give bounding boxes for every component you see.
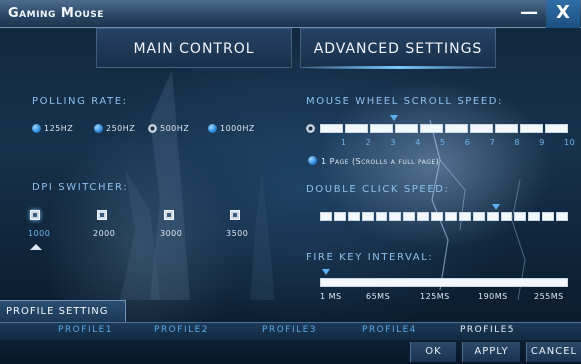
polling-radio-250hz[interactable] (94, 124, 103, 133)
double-click-segment (389, 212, 402, 221)
dpi-level-label: 2000 (93, 229, 116, 238)
scroll-speed-segment (370, 124, 393, 133)
profile-tab-3[interactable]: PROFILE3 (262, 325, 317, 335)
double-click-segment (500, 212, 513, 221)
scroll-speed-tick: 1 (340, 138, 347, 147)
double-click-thumb[interactable] (492, 204, 501, 210)
double-click-segment (361, 212, 374, 221)
scroll-speed-segment (345, 124, 368, 133)
scroll-speed-segment (320, 124, 343, 133)
active-tab-indicator (300, 66, 496, 69)
close-button[interactable]: X (546, 0, 580, 28)
scroll-speed-thumb[interactable] (390, 115, 399, 121)
scroll-speed-tick: 3 (390, 138, 396, 147)
double-click-segment (486, 212, 499, 221)
polling-option-label: 1000HZ (220, 124, 255, 133)
tab-advanced-settings[interactable]: ADVANCED SETTINGS (300, 28, 496, 68)
page-scroll-radio[interactable] (308, 156, 317, 165)
dpi-checkbox-3500[interactable] (230, 210, 240, 220)
double-click-segment (375, 212, 388, 221)
dpi-level-label: 1000 (28, 229, 51, 238)
double-click-segment (320, 212, 332, 221)
scroll-speed-slider[interactable] (320, 124, 568, 133)
tab-main-control[interactable]: MAIN CONTROL (96, 28, 292, 68)
profile-tab-2[interactable]: PROFILE2 (154, 325, 209, 335)
scroll-speed-segment (395, 124, 418, 133)
polling-option-label: 250HZ (106, 124, 136, 133)
dpi-level-label: 3500 (226, 229, 249, 238)
double-click-segment (472, 212, 485, 221)
dpi-switcher-label: DPI SWITCHER: (32, 182, 129, 193)
double-click-label: DOUBLE CLICK SPEED: (306, 184, 450, 195)
dpi-indicator-icon (30, 244, 42, 250)
app-title: Gaming Mouse (8, 6, 104, 21)
double-click-segment (417, 212, 430, 221)
dpi-checkbox-1000[interactable] (30, 210, 40, 220)
page-scroll-label: 1 Page (Scrolls a full page) (321, 157, 440, 166)
dpi-level-label: 3000 (160, 229, 183, 238)
fire-key-tick: 65MS (366, 292, 391, 301)
double-click-segment (458, 212, 471, 221)
fire-key-thumb[interactable] (322, 269, 330, 275)
cancel-button[interactable]: CANCEL (526, 342, 581, 362)
ok-button[interactable]: OK (410, 342, 456, 362)
double-click-segment (542, 212, 555, 221)
profile-setting-tab[interactable]: PROFILE SETTING (0, 300, 126, 322)
polling-option-label: 125HZ (44, 124, 74, 133)
fire-key-tick: 190MS (478, 292, 508, 301)
fire-key-tick: 125MS (420, 292, 450, 301)
scroll-speed-tick: 4 (415, 138, 421, 147)
fire-key-label: FIRE KEY INTERVAL: (306, 252, 434, 263)
scroll-speed-segment (545, 124, 568, 133)
profile-tab-1[interactable]: PROFILE1 (58, 325, 113, 335)
scroll-speed-label: MOUSE WHEEL SCROLL SPEED: (306, 96, 504, 107)
scroll-speed-tick: 8 (514, 138, 520, 147)
scroll-speed-segment (470, 124, 493, 133)
scroll-speed-segment (495, 124, 518, 133)
scroll-speed-segment (520, 124, 543, 133)
dpi-checkbox-3000[interactable] (164, 210, 174, 220)
scroll-speed-segment (445, 124, 468, 133)
fire-key-track (320, 278, 568, 287)
double-click-segment (347, 212, 360, 221)
dpi-checkbox-2000[interactable] (97, 210, 107, 220)
scroll-speed-tick: 10 (564, 138, 576, 147)
profile-tab-4[interactable]: PROFILE4 (362, 325, 417, 335)
profile-tab-5[interactable]: PROFILE5 (460, 325, 515, 335)
polling-radio-500hz[interactable] (148, 124, 157, 133)
scroll-speed-tick: 7 (489, 138, 496, 147)
double-click-segment (445, 212, 457, 221)
polling-radio-1000hz[interactable] (208, 124, 217, 133)
app-window: Gaming Mouse — X MAIN CONTROL ADVANCED S… (0, 0, 581, 364)
scroll-speed-tick: 6 (464, 138, 471, 147)
scroll-speed-radio[interactable] (306, 124, 315, 133)
minimize-button[interactable]: — (512, 0, 546, 28)
fire-key-tick: 255MS (534, 292, 564, 301)
scroll-speed-tick: 2 (365, 138, 372, 147)
scroll-speed-segment (420, 124, 443, 133)
double-click-segment (556, 212, 569, 221)
polling-radio-125hz[interactable] (32, 124, 41, 133)
double-click-slider[interactable] (320, 212, 569, 221)
double-click-segment (431, 212, 444, 221)
double-click-segment (403, 212, 416, 221)
fire-key-tick: 1 MS (320, 292, 342, 301)
double-click-segment (528, 212, 541, 221)
double-click-segment (333, 212, 346, 221)
fire-key-slider[interactable] (320, 278, 568, 287)
polling-rate-label: POLLING RATE: (32, 96, 128, 107)
scroll-speed-tick: 9 (539, 138, 545, 147)
apply-button[interactable]: APPLY (462, 342, 520, 362)
title-bar[interactable]: Gaming Mouse — X (0, 0, 581, 28)
double-click-segment (514, 212, 527, 221)
polling-option-label: 500HZ (160, 124, 190, 133)
scroll-speed-tick: 5 (440, 138, 446, 147)
